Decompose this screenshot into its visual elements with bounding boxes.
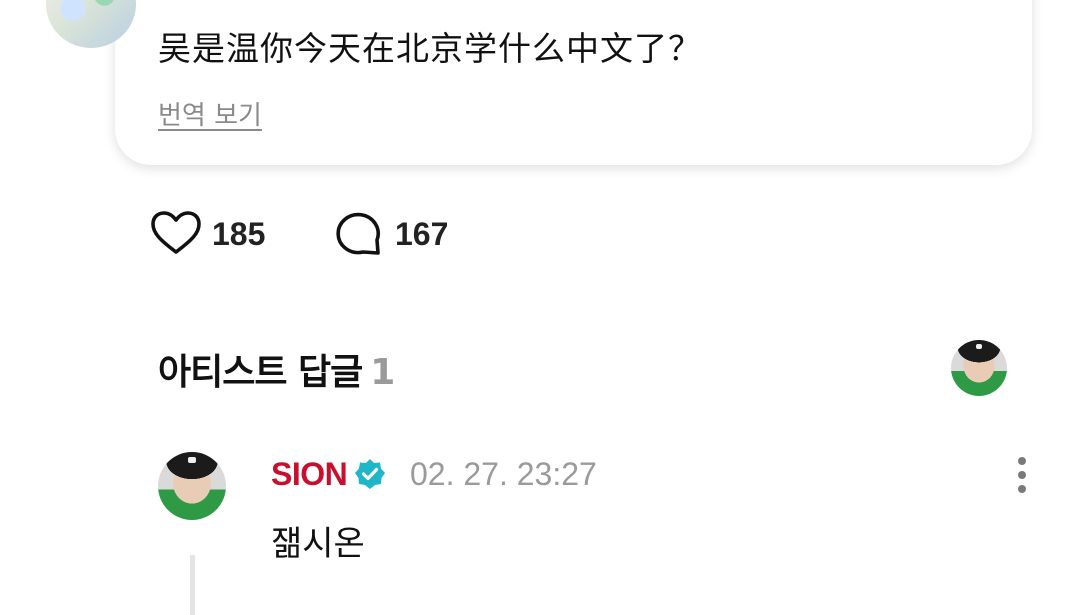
- post-text: 吴是温你今天在北京学什么中文了？: [158, 29, 702, 68]
- reply-author-name[interactable]: SION: [271, 456, 348, 493]
- verified-badge-icon: [355, 459, 385, 489]
- more-vertical-icon[interactable]: [1008, 455, 1036, 495]
- artist-replies-label: 아티스트 답글: [158, 352, 363, 393]
- cap-badge: [187, 457, 197, 463]
- comment-bubble-icon: [336, 212, 380, 255]
- comment-count: 167: [395, 215, 449, 252]
- more-dot: [1018, 457, 1026, 465]
- reply-author-avatar[interactable]: [158, 452, 226, 520]
- translate-link[interactable]: 번역 보기: [158, 95, 262, 132]
- more-dot: [1018, 471, 1026, 479]
- reply-timestamp: 02. 27. 23:27: [410, 456, 597, 492]
- artist-replies-count: 1: [370, 352, 395, 393]
- artist-avatar-small[interactable]: [951, 340, 1007, 396]
- artist-replies-title: 아티스트 답글 1: [158, 343, 395, 395]
- cap-badge: [975, 344, 983, 349]
- more-dot: [1018, 485, 1026, 493]
- comment-button[interactable]: 167: [333, 210, 448, 258]
- heart-icon: [151, 211, 201, 254]
- thread-line: [190, 555, 195, 615]
- like-button[interactable]: 185: [150, 210, 265, 258]
- reply-text: 잶시온: [271, 524, 365, 564]
- like-count: 185: [212, 215, 266, 252]
